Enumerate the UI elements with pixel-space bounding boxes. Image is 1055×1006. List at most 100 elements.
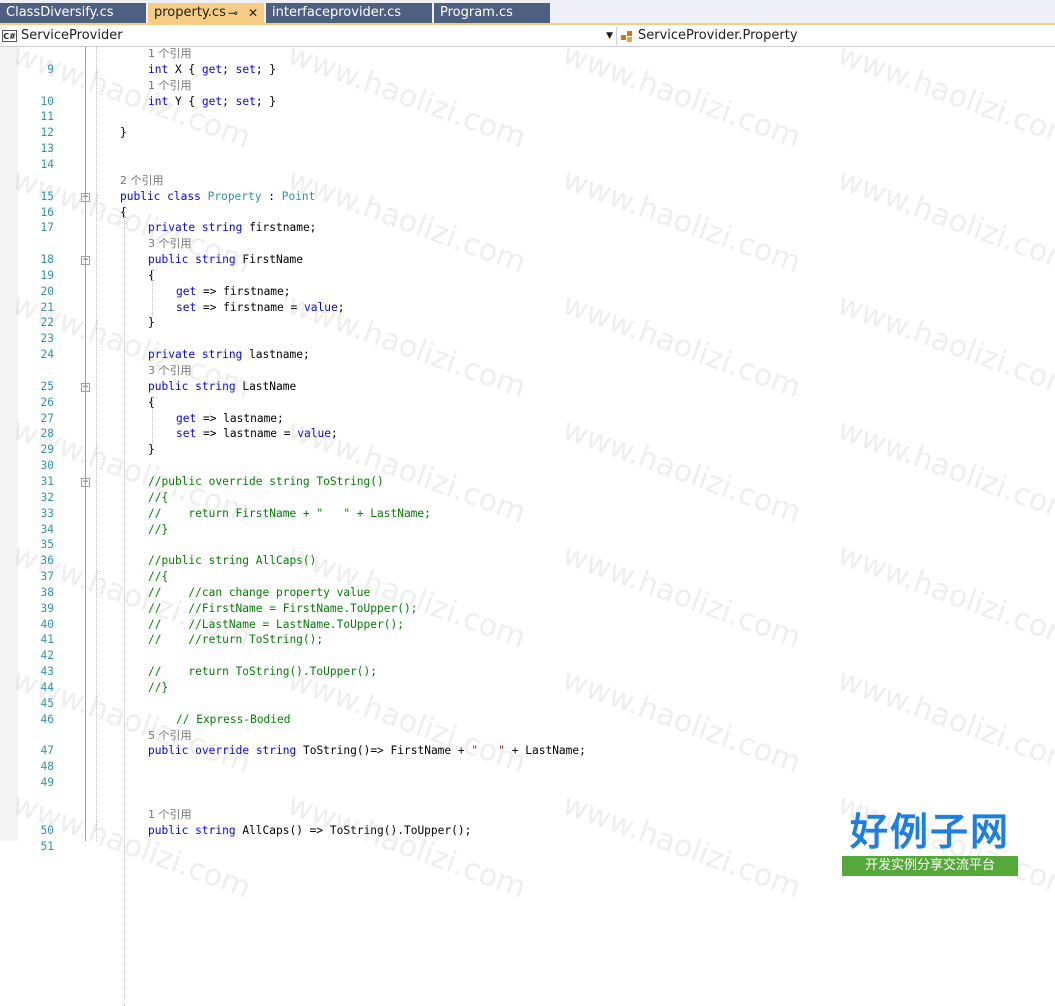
code-line[interactable]: 42	[0, 648, 1055, 664]
line-number: 47	[40, 744, 54, 758]
code-line[interactable]: 39 // //FirstName = FirstName.ToUpper();	[0, 601, 1055, 617]
code-line[interactable]: 43 // return ToString().ToUpper();	[0, 664, 1055, 680]
reference-count-link[interactable]: 1 个引用	[148, 79, 192, 92]
line-number: 49	[40, 776, 54, 790]
code-line[interactable]: 13	[0, 141, 1055, 157]
code-line[interactable]: 9 int X { get; set; }	[0, 62, 1055, 78]
code-line[interactable]: 48	[0, 759, 1055, 775]
code-line[interactable]: 29}	[0, 442, 1055, 458]
line-number: 15	[40, 189, 54, 203]
code-line[interactable]: 16{	[0, 205, 1055, 221]
code-line[interactable]: 26{	[0, 395, 1055, 411]
code-line[interactable]: 30	[0, 458, 1055, 474]
code-line[interactable]: 35	[0, 537, 1055, 553]
code-token: => firstname =	[196, 300, 304, 314]
code-line[interactable]: 49	[0, 775, 1055, 791]
code-line[interactable]: 45	[0, 696, 1055, 712]
code-token: //public string AllCaps()	[148, 554, 317, 568]
code-line[interactable]: 21 set => firstname = value;	[0, 300, 1055, 316]
tab-label: interfaceprovider.cs	[272, 5, 402, 20]
tab-label: property.cs	[154, 5, 226, 20]
line-number: 9	[47, 62, 54, 76]
project-dropdown-label: ServiceProvider	[21, 28, 123, 43]
tab-interfaceprovider[interactable]: interfaceprovider.cs	[266, 3, 432, 23]
chevron-down-icon[interactable]: ▼	[606, 27, 613, 45]
code-line[interactable]: 31−//public override string ToString()	[0, 474, 1055, 490]
code-token: string	[201, 221, 243, 235]
code-line[interactable]: 23	[0, 331, 1055, 347]
code-token: LastName	[235, 379, 297, 393]
reference-count-link[interactable]: 1 个引用	[148, 808, 192, 821]
line-number: 24	[40, 348, 54, 362]
project-dropdown[interactable]: C# ServiceProvider ▼	[2, 27, 617, 45]
code-line[interactable]: 47 public override string ToString()=> Fi…	[0, 743, 1055, 759]
line-number: 26	[40, 395, 54, 409]
code-line[interactable]: 44 //}	[0, 680, 1055, 696]
reference-count-link[interactable]: 1 个引用	[148, 47, 192, 60]
code-line[interactable]: 28 set => lastname = value;	[0, 426, 1055, 442]
code-line[interactable]: 11	[0, 109, 1055, 125]
csharp-file-icon: C#	[2, 29, 17, 42]
code-line[interactable]: 15−public class Property : Point	[0, 189, 1055, 205]
code-line[interactable]: 24 private string lastname;	[0, 347, 1055, 363]
code-token: string	[195, 253, 236, 267]
code-token: ;	[222, 94, 236, 108]
code-line[interactable]: 25−public string LastName	[0, 379, 1055, 395]
code-line[interactable]: 2 个引用	[0, 173, 1055, 189]
code-line[interactable]: 14	[0, 157, 1055, 173]
reference-count-link[interactable]: 2 个引用	[120, 174, 164, 187]
tab-classdiversify[interactable]: ClassDiversify.cs	[0, 3, 146, 23]
line-number: 20	[40, 284, 54, 298]
code-line[interactable]: 1 个引用	[0, 78, 1055, 94]
code-line[interactable]: 33 // return FirstName + " " + LastName;	[0, 506, 1055, 522]
code-token: X {	[168, 62, 202, 76]
code-line[interactable]	[0, 791, 1055, 807]
code-line[interactable]: 27 get => lastname;	[0, 411, 1055, 427]
code-line[interactable]: 38 // //can change property value	[0, 585, 1055, 601]
code-token: public	[120, 189, 161, 203]
code-token: Point	[281, 189, 316, 203]
code-line[interactable]: 3 个引用	[0, 363, 1055, 379]
reference-count-link[interactable]: 3 个引用	[148, 364, 192, 377]
reference-count-link[interactable]: 5 个引用	[148, 729, 192, 742]
code-text: }	[148, 315, 155, 331]
code-token: string	[255, 744, 297, 758]
code-editor[interactable]: 1 个引用 9 int X { get; set; } 1 个引用 10 int Y { …	[0, 37, 1055, 1006]
code-line[interactable]: 19{	[0, 268, 1055, 284]
code-line[interactable]: 34 //}	[0, 522, 1055, 538]
code-line[interactable]: 10 int Y { get; set; }	[0, 94, 1055, 110]
code-text: // //LastName = LastName.ToUpper();	[148, 617, 404, 633]
code-line[interactable]: 12}	[0, 125, 1055, 141]
code-line[interactable]: 5 个引用	[0, 728, 1055, 744]
code-line[interactable]: 40 // //LastName = LastName.ToUpper();	[0, 617, 1055, 633]
type-dropdown[interactable]: ServiceProvider.Property	[620, 27, 1050, 45]
code-line[interactable]: 3 个引用	[0, 236, 1055, 252]
code-line[interactable]: 20 get => firstname;	[0, 284, 1055, 300]
code-text: //public string AllCaps()	[148, 553, 316, 569]
line-number: 27	[40, 411, 54, 425]
code-line[interactable]: 22}	[0, 315, 1055, 331]
code-line[interactable]: 1 个引用	[0, 46, 1055, 62]
line-number: 39	[40, 601, 54, 615]
tab-program[interactable]: Program.cs	[434, 3, 550, 23]
code-line[interactable]: 32 //{	[0, 490, 1055, 506]
indent-guide	[152, 269, 153, 317]
code-token: //{	[148, 490, 169, 504]
line-number: 45	[40, 696, 54, 710]
code-token: + LastName;	[505, 744, 586, 758]
code-token: // Express-Bodied	[176, 712, 291, 726]
code-token: string	[195, 379, 236, 393]
code-line[interactable]: 41 // //return ToString();	[0, 632, 1055, 648]
code-line[interactable]: 36 //public string AllCaps()	[0, 553, 1055, 569]
code-line[interactable]: 18−public string FirstName	[0, 252, 1055, 268]
close-icon[interactable]: ✕	[248, 3, 258, 23]
pin-icon[interactable]: ⊸	[228, 3, 238, 23]
line-number: 18	[40, 253, 54, 267]
code-line[interactable]: 37 //{	[0, 569, 1055, 585]
tab-property[interactable]: property.cs ⊸ ✕	[148, 3, 264, 23]
code-line[interactable]: 46 // Express-Bodied	[0, 712, 1055, 728]
code-text: public string AllCaps() => ToString().To…	[148, 823, 471, 839]
reference-count-link[interactable]: 3 个引用	[148, 237, 192, 250]
code-text: public class Property : Point	[120, 189, 315, 205]
code-line[interactable]: 17 private string firstname;	[0, 220, 1055, 236]
